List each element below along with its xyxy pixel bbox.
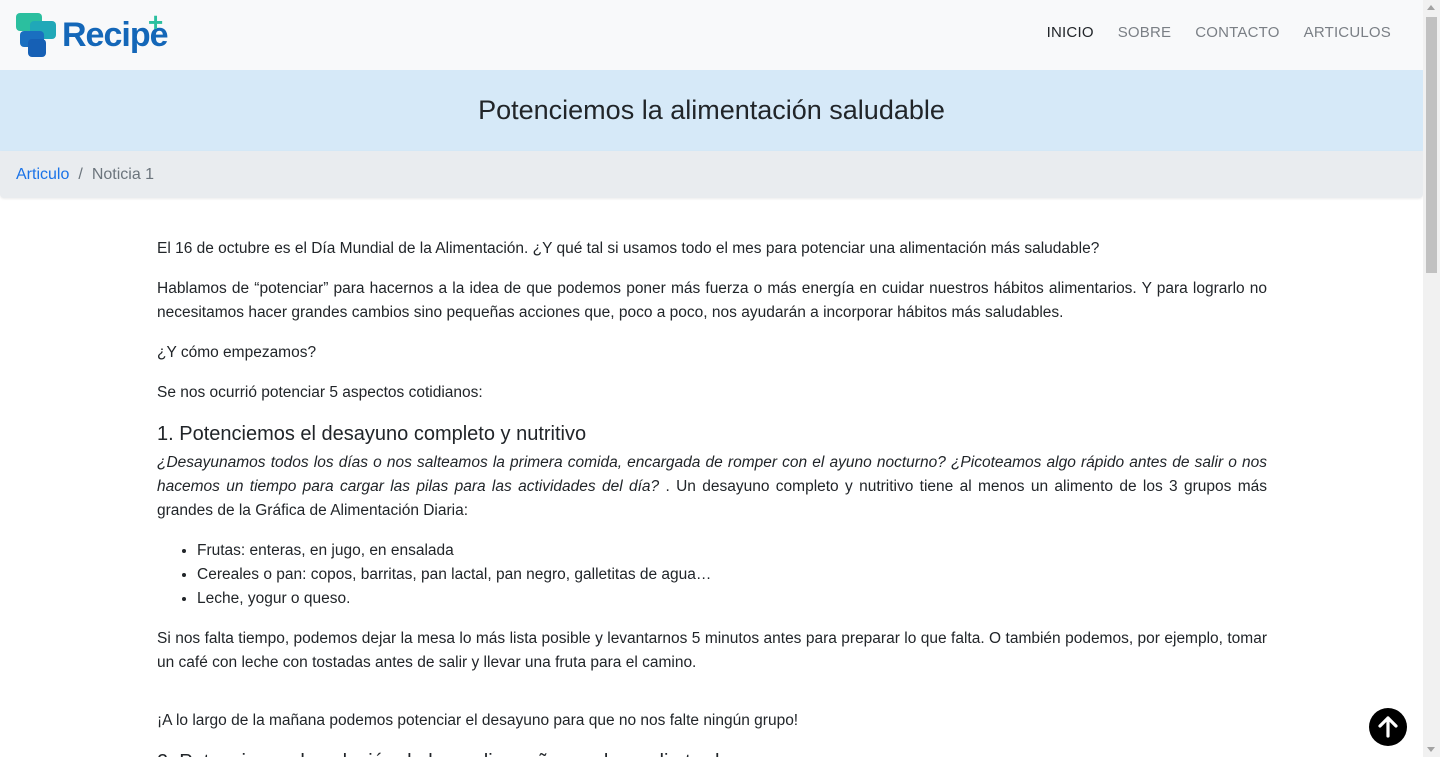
list-item: Frutas: enteras, en jugo, en ensalada: [197, 539, 1267, 563]
article-paragraph: El 16 de octubre es el Día Mundial de la…: [157, 240, 1100, 257]
article-paragraph: Se nos ocurrió potenciar 5 aspectos coti…: [157, 384, 483, 401]
list-item: Cereales o pan: copos, barritas, pan lac…: [197, 563, 1267, 587]
back-to-top-button[interactable]: [1369, 708, 1407, 746]
section-heading-2: 2. Potenciemos la colación de la media m…: [157, 749, 1267, 757]
nav-item-sobre[interactable]: SOBRE: [1118, 24, 1172, 41]
scroll-up-arrow-icon[interactable]: [1427, 5, 1435, 10]
breadcrumb-current: Noticia 1: [91, 165, 155, 183]
article-paragraph: ¿Y cómo empezamos?: [157, 344, 317, 361]
article-body: El 16 de octubre es el Día Mundial de la…: [157, 237, 1267, 757]
main-nav: INICIO SOBRE CONTACTO ARTICULOS: [1047, 24, 1391, 41]
nav-item-contacto[interactable]: CONTACTO: [1195, 24, 1279, 41]
brand-logo[interactable]: Recipe +: [16, 9, 168, 59]
list-item: Leche, yogur o queso.: [197, 587, 1267, 611]
page-title: Potenciemos la alimentación saludable: [478, 95, 945, 125]
breadcrumb-link-articulo[interactable]: Articulo: [16, 166, 69, 184]
article-paragraph: Si nos falta tiempo, podemos dejar la me…: [157, 630, 1267, 671]
article-paragraph: Hablamos de “potenciar” para hacernos a …: [157, 280, 1267, 321]
scrollbar-thumb[interactable]: [1426, 17, 1437, 273]
article-paragraph: ¿Desayunamos todos los días o nos saltea…: [157, 451, 1267, 523]
arrow-up-icon: [1378, 716, 1398, 738]
breadcrumb: Articulo / Noticia 1: [0, 151, 1423, 198]
brand-plus: +: [148, 7, 164, 37]
nav-item-articulos[interactable]: ARTICULOS: [1304, 24, 1391, 41]
breadcrumb-separator: /: [78, 165, 83, 183]
article-paragraph: ¡A lo largo de la mañana podemos potenci…: [157, 712, 799, 729]
nav-item-inicio[interactable]: INICIO: [1047, 24, 1094, 41]
hero-banner: Potenciemos la alimentación saludable: [0, 70, 1423, 151]
food-group-list: Frutas: enteras, en jugo, en ensalada Ce…: [197, 539, 1267, 611]
scroll-down-arrow-icon[interactable]: [1427, 747, 1435, 752]
section-heading-1: 1. Potenciemos el desayuno completo y nu…: [157, 423, 587, 445]
page: Recipe + INICIO SOBRE CONTACTO ARTICULOS…: [0, 0, 1423, 757]
navbar: Recipe + INICIO SOBRE CONTACTO ARTICULOS: [0, 0, 1423, 70]
page-scrollbar[interactable]: [1423, 0, 1440, 757]
